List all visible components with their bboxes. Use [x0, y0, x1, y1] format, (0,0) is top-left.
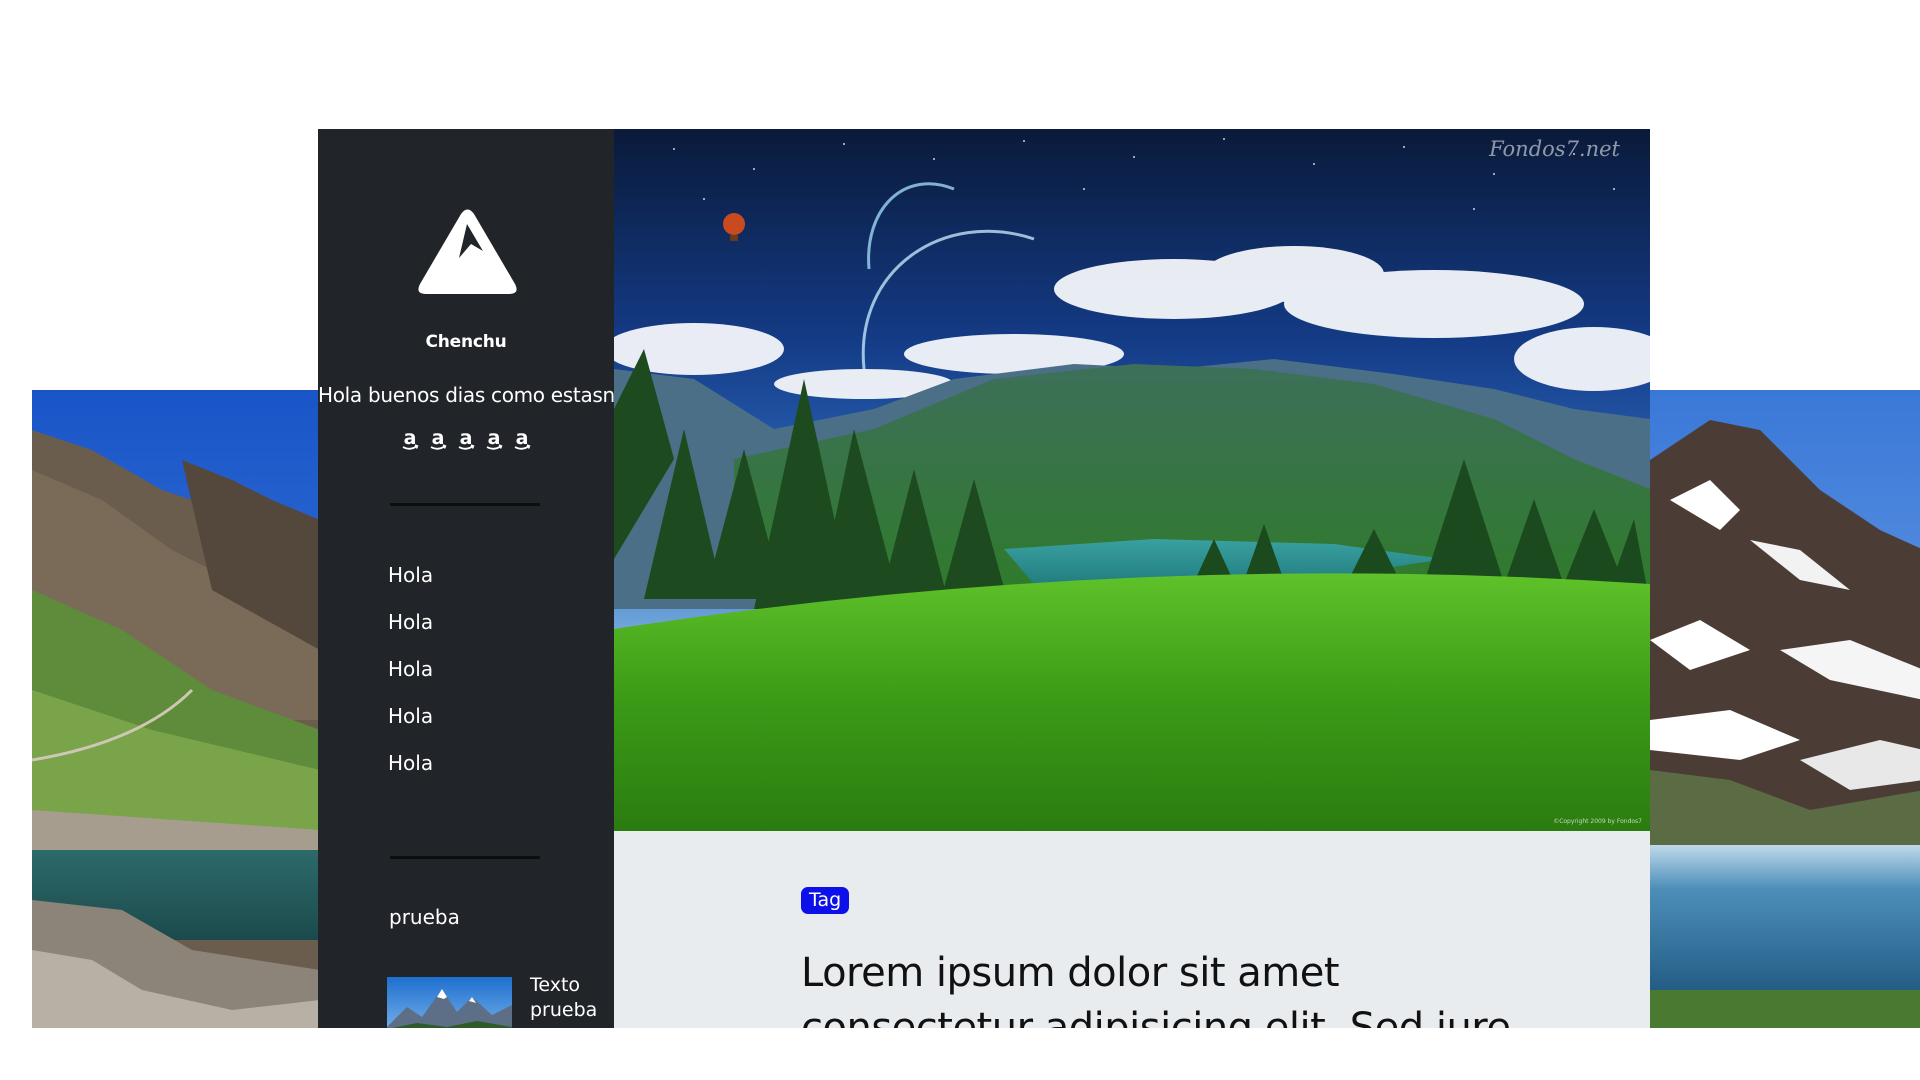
background-photo-right: [1650, 390, 1920, 1028]
nav-item[interactable]: Hola: [388, 655, 433, 702]
amazon-icon[interactable]: a: [401, 427, 419, 451]
tag-badge[interactable]: Tag: [801, 887, 850, 914]
svg-text:a: a: [488, 427, 501, 449]
svg-text:a: a: [460, 427, 473, 449]
post-thumbnail[interactable]: [387, 977, 512, 1028]
nav-item[interactable]: Hola: [388, 702, 433, 749]
sidebar-section-title: prueba: [389, 905, 460, 929]
hero-image: Fondos7.net ©Copyright 2009 by Fondos7: [614, 129, 1650, 831]
sidebar: Chenchu Hola buenos dias como estasn a a…: [318, 129, 614, 1028]
nav-item[interactable]: Hola: [388, 561, 433, 608]
watermark-text: Fondos7.net: [1489, 137, 1620, 161]
article-card: Tag Lorem ipsum dolor sit amet consectet…: [614, 831, 1650, 1028]
nav-item[interactable]: Hola: [388, 749, 433, 796]
background-photo-left: [32, 390, 320, 1028]
sidebar-divider: [390, 856, 540, 859]
amazon-icon[interactable]: a: [457, 427, 475, 451]
svg-text:a: a: [516, 427, 529, 449]
svg-text:a: a: [404, 427, 417, 449]
page: Chenchu Hola buenos dias como estasn a a…: [0, 0, 1920, 1080]
sidebar-nav: Hola Hola Hola Hola Hola: [388, 561, 433, 796]
nav-item[interactable]: Hola: [388, 608, 433, 655]
social-links: a a a a a: [318, 427, 614, 451]
mountain-logo-icon[interactable]: [415, 206, 520, 301]
copyright-text: ©Copyright 2009 by Fondos7: [1553, 818, 1642, 825]
amazon-icon[interactable]: a: [513, 427, 531, 451]
sidebar-divider: [390, 503, 540, 506]
amazon-icon[interactable]: a: [429, 427, 447, 451]
post-title[interactable]: Texto prueba: [530, 973, 610, 1023]
amazon-icon[interactable]: a: [485, 427, 503, 451]
svg-text:a: a: [432, 427, 445, 449]
brand-name: Chenchu: [425, 332, 507, 352]
tagline: Hola buenos dias como estasn: [318, 383, 614, 407]
article-title[interactable]: Lorem ipsum dolor sit amet consectetur a…: [801, 946, 1561, 1028]
